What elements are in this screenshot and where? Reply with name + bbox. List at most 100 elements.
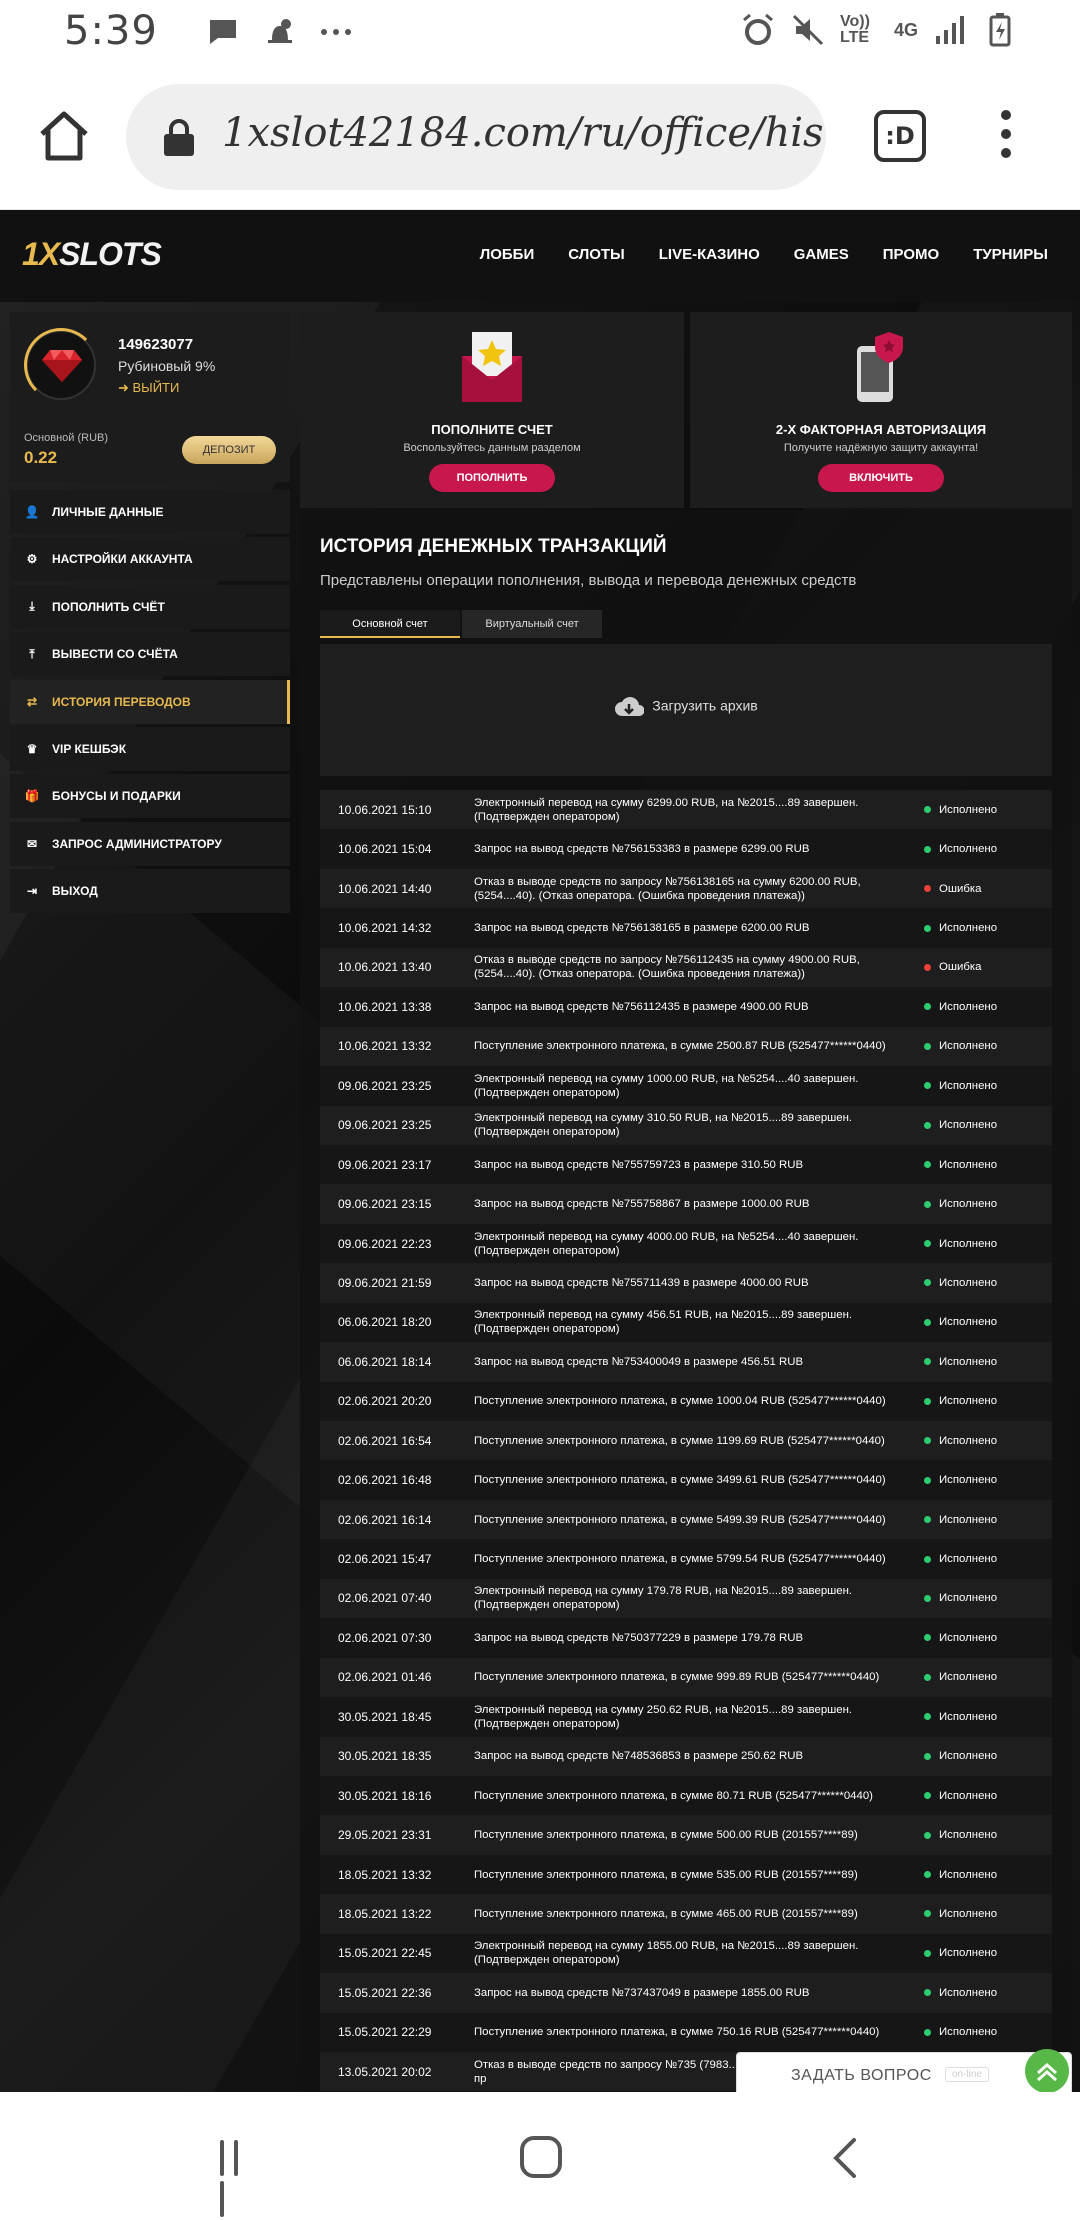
mute-icon <box>792 14 824 46</box>
row-description: Поступление электронного платежа, в сумм… <box>474 1513 886 1526</box>
nav-slots[interactable]: СЛОТЫ <box>568 246 625 263</box>
row-description: Электронный перевод на сумму 310.50 RUB,… <box>474 1112 853 1139</box>
menu-item-admin-request[interactable]: ✉ ЗАПРОС АДМИНИСТРАТОРУ <box>10 821 290 866</box>
row-description: Электронный перевод на сумму 1000.00 RUB… <box>474 1072 859 1099</box>
status-dot <box>924 924 931 932</box>
status-dot <box>924 1555 931 1563</box>
table-row: 02.06.2021 16:48 Поступление электронного… <box>320 1460 1052 1500</box>
top-navigation: 1XSLOTS ЛОББИ СЛОТЫ LIVE-КАЗИНО GAMES ПР… <box>0 210 1080 302</box>
system-navigation-bar <box>0 2092 1080 2220</box>
row-status: Исполнено <box>920 804 997 816</box>
table-row: 06.06.2021 18:20 Электронный перевод на с… <box>320 1302 1052 1343</box>
menu-item-account-settings[interactable]: ⚙ НАСТРОЙКИ АККАУНТА <box>10 537 290 582</box>
nav-lobby[interactable]: ЛОББИ <box>480 246 535 263</box>
recent-apps-icon[interactable] <box>220 2140 260 2217</box>
account-tabs: Основной счет Виртуальный счет <box>320 610 604 638</box>
promo-deposit-subtitle: Воспользуйтесь данным разделом <box>403 442 581 454</box>
more-dots-icon <box>321 29 351 35</box>
row-date: 10.06.2021 14:40 <box>338 881 432 896</box>
status-dot <box>924 1161 931 1169</box>
browser-menu-icon[interactable] <box>996 110 1016 166</box>
table-row: 15.05.2021 22:29 Поступление электронного… <box>320 2012 1052 2052</box>
nav-tournaments[interactable]: ТУРНИРЫ <box>973 246 1048 263</box>
nav-games[interactable]: GAMES <box>794 246 849 263</box>
promo-2fa-subtitle: Получите надёжную защиту аккаунта! <box>783 442 979 454</box>
lock-icon <box>164 119 194 156</box>
row-date: 09.06.2021 23:25 <box>338 1078 432 1093</box>
row-date: 09.06.2021 21:59 <box>338 1275 432 1290</box>
deposit-button[interactable]: ДЕПОЗИТ <box>182 436 276 464</box>
row-status: Исполнено <box>920 1829 997 1841</box>
status-dot <box>924 1871 931 1879</box>
download-icon: ⤓ <box>29 599 35 614</box>
menu-item-exit[interactable]: ⇥ ВЫХОД <box>10 869 290 914</box>
row-date: 02.06.2021 16:48 <box>338 1473 432 1488</box>
menu-item-personal-data[interactable]: 👤 ЛИЧНЫЕ ДАННЫЕ <box>10 490 290 534</box>
row-status: Исполнено <box>920 922 997 934</box>
home-icon[interactable] <box>36 108 92 164</box>
row-date: 10.06.2021 15:04 <box>338 842 432 857</box>
row-status: Исполнено <box>920 1790 997 1802</box>
row-date: 06.06.2021 18:20 <box>338 1315 432 1330</box>
status-dot <box>924 963 931 971</box>
row-date: 02.06.2021 01:46 <box>338 1670 432 1685</box>
row-status: Исполнено <box>920 1238 997 1250</box>
chat-icon <box>210 20 236 44</box>
promo-2fa-button[interactable]: ВКЛЮЧИТЬ <box>818 464 944 492</box>
promo-deposit-button[interactable]: ПОПОЛНИТЬ <box>429 464 555 492</box>
profile-id: 149623077 <box>118 336 194 353</box>
gears-icon: ⚙ <box>26 552 38 567</box>
status-dot <box>924 1200 931 1208</box>
status-dot <box>924 1831 931 1839</box>
volte-icon: Vo)) LTE <box>839 13 870 46</box>
table-row: 30.05.2021 18:16 Поступление электронного… <box>320 1775 1052 1816</box>
table-row: 02.06.2021 15:47 Поступление электронного… <box>320 1539 1052 1579</box>
4g-icon: 4G <box>893 19 918 40</box>
row-date: 15.05.2021 22:36 <box>338 1985 432 2000</box>
status-dot <box>924 885 931 893</box>
exit-icon: ⇥ <box>26 884 38 899</box>
logout-link[interactable]: ➜ ВЫЙТИ <box>118 380 179 396</box>
row-description: Отказ в выводе средств по запросу №75613… <box>474 875 861 902</box>
ask-question-widget[interactable]: ЗАДАТЬ ВОПРОС on-line <box>736 2049 1072 2092</box>
tab-main-account[interactable]: Основной счет <box>320 610 460 638</box>
menu-item-withdraw[interactable]: ⤒ ВЫВЕСТИ СО СЧЁТА <box>10 632 290 677</box>
battery-icon <box>989 13 1011 47</box>
chevron-up-icon[interactable] <box>1025 2049 1069 2092</box>
row-description: Запрос на вывод средств №755759723 в раз… <box>474 1158 804 1171</box>
address-bar[interactable]: 1xslot42184.com/ru/office/history <box>126 84 826 190</box>
row-date: 30.05.2021 18:35 <box>338 1749 432 1764</box>
status-dot <box>924 1516 931 1524</box>
nav-live-casino[interactable]: LIVE-КАЗИНО <box>659 246 760 263</box>
promo-deposit-card: ПОПОЛНИТЕ СЧЕТ Воспользуйтесь данным раз… <box>300 312 684 508</box>
row-description: Запрос на вывод средств №750377229 в раз… <box>474 1631 804 1644</box>
menu-item-bonuses[interactable]: 🎁 БОНУСЫ И ПОДАРКИ <box>10 774 290 819</box>
clock: 5:39 <box>64 8 158 54</box>
main-nav: ЛОББИ СЛОТЫ LIVE-КАЗИНО GAMES ПРОМО ТУРН… <box>480 246 1048 263</box>
tab-virtual-account[interactable]: Виртуальный счет <box>462 610 602 638</box>
home-button-icon[interactable] <box>520 2136 562 2178</box>
envelope-star-icon <box>462 332 522 402</box>
balance-label: Основной (RUB) <box>24 432 109 444</box>
row-description: Запрос на вывод средств №737437049 в раз… <box>474 1986 810 1999</box>
row-status: Исполнено <box>920 1750 997 1762</box>
table-row: 30.05.2021 18:35 Запрос на вывод средств … <box>320 1736 1052 1776</box>
table-row: 09.06.2021 23:15 Запрос на вывод средств … <box>320 1184 1052 1224</box>
menu-item-vip-cashback[interactable]: ♛ VIP КЕШБЭК <box>10 726 290 771</box>
nav-promo[interactable]: ПРОМО <box>883 246 939 263</box>
table-row: 09.06.2021 23:17 Запрос на вывод средств … <box>320 1144 1052 1185</box>
menu-item-transfer-history[interactable]: ⇄ ИСТОРИЯ ПЕРЕВОДОВ <box>10 679 290 724</box>
row-description: Запрос на вывод средств №756153383 в раз… <box>474 843 810 856</box>
status-dot <box>924 1437 931 1445</box>
table-row: 15.05.2021 22:36 Запрос на вывод средств … <box>320 1973 1052 2013</box>
row-description: Поступление электронного платежа, в сумм… <box>474 2026 880 2039</box>
download-archive-button[interactable]: Загрузить архив <box>320 696 1052 718</box>
back-icon[interactable] <box>830 2136 860 2180</box>
row-status: Исполнено <box>920 1198 997 1210</box>
tabs-button[interactable]: :D <box>874 110 926 162</box>
site-logo[interactable]: 1XSLOTS <box>22 236 162 273</box>
menu-item-deposit[interactable]: ⤓ ПОПОЛНИТЬ СЧЁТ <box>10 584 290 629</box>
ask-question-label[interactable]: ЗАДАТЬ ВОПРОС <box>791 2067 932 2085</box>
row-description: Электронный перевод на сумму 456.51 RUB,… <box>474 1309 853 1336</box>
url-text[interactable]: 1xslot42184.com/ru/office/history <box>222 110 826 156</box>
